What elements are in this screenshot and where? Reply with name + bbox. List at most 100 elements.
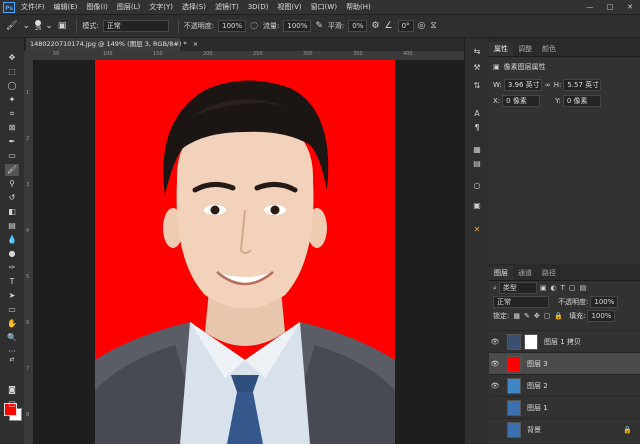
layer-row[interactable]: 背景 🔒 — [489, 418, 640, 440]
layer-mask-thumbnail[interactable] — [524, 333, 538, 350]
document-canvas[interactable] — [95, 60, 395, 444]
layer-row[interactable]: 图层 1 — [489, 396, 640, 418]
visibility-eye-icon[interactable]: 👁 — [489, 338, 501, 346]
lock-artboard-icon[interactable]: ▢ — [544, 312, 551, 320]
filter-adjust-icon[interactable]: ◐ — [551, 284, 557, 292]
layer-filter-select[interactable]: 类型 — [498, 282, 537, 294]
gear-icon[interactable]: ⚙ — [371, 21, 379, 31]
lasso-tool-icon[interactable]: ◯ — [5, 80, 19, 92]
menu-window[interactable]: 窗口(W) — [311, 2, 337, 12]
filter-pixel-icon[interactable]: ▣ — [540, 284, 547, 292]
close-window-button[interactable]: ✕ — [620, 0, 640, 14]
tab-paths[interactable]: 路径 — [537, 266, 561, 280]
navigator-icon[interactable]: ▣ — [470, 200, 484, 212]
quick-mask-icon[interactable]: ◙ — [5, 384, 19, 396]
tools-cross-icon[interactable]: ✕ — [470, 224, 484, 236]
dodge-tool-icon[interactable]: ● — [5, 248, 19, 260]
layer-row[interactable]: 👁 图层 3 — [489, 352, 640, 374]
brush-settings-icon[interactable]: ▣ — [58, 21, 67, 31]
lightbulb-icon[interactable]: ○ — [470, 180, 484, 192]
visibility-eye-icon[interactable]: 👁 — [489, 360, 501, 368]
hand-tool-icon[interactable]: ✋ — [5, 318, 19, 330]
width-input[interactable]: 3.96 英寸 — [503, 79, 542, 91]
close-document-button[interactable]: × — [193, 40, 198, 48]
filter-smart-icon[interactable]: ▤ — [580, 284, 587, 292]
lock-all-icon[interactable]: 🔒 — [554, 312, 563, 320]
symmetry-icon[interactable]: ⧖ — [430, 21, 436, 31]
filter-type-icon[interactable]: T — [561, 284, 565, 292]
canvas-area[interactable] — [33, 60, 480, 444]
swap-colors-icon[interactable]: ⇄ — [5, 354, 19, 366]
menu-image[interactable]: 图像(I) — [86, 2, 108, 12]
tab-properties[interactable]: 属性 — [489, 42, 513, 56]
history-brush-tool-icon[interactable]: ↺ — [5, 192, 19, 204]
glyphs-icon[interactable]: ▦ — [470, 144, 484, 156]
frame-tool-icon[interactable]: ⊠ — [5, 122, 19, 134]
type-tool-icon[interactable]: T — [5, 276, 19, 288]
flow-input[interactable]: 100% — [283, 20, 312, 32]
layer-opacity-input[interactable]: 100% — [590, 296, 619, 308]
info-icon[interactable]: ▤ — [470, 158, 484, 170]
x-input[interactable]: 0 像素 — [502, 95, 541, 107]
menu-select[interactable]: 选择(S) — [182, 2, 206, 12]
menu-edit[interactable]: 编辑(E) — [54, 2, 78, 12]
zoom-tool-icon[interactable]: 🔍 — [5, 332, 19, 344]
eyedropper-tool-icon[interactable]: ✒ — [5, 136, 19, 148]
mode-select[interactable]: 正常 — [102, 20, 169, 32]
layer-row[interactable]: 👁 图层 2 — [489, 374, 640, 396]
angle-input[interactable]: 0° — [397, 20, 414, 32]
chevron-down-icon[interactable]: ⌄ — [22, 21, 30, 31]
brush-tool-icon[interactable]: 🖌 — [5, 164, 19, 176]
lock-transparent-icon[interactable]: ▦ — [513, 312, 520, 320]
menu-type[interactable]: 文字(Y) — [149, 2, 173, 12]
healing-brush-tool-icon[interactable]: ▭ — [5, 150, 19, 162]
brush-settings-icon[interactable]: ⚒ — [470, 62, 484, 74]
menu-3d[interactable]: 3D(D) — [248, 3, 269, 11]
gradient-tool-icon[interactable]: ▤ — [5, 220, 19, 232]
pen-tool-icon[interactable]: ✑ — [5, 262, 19, 274]
marquee-tool-icon[interactable]: ⬚ — [5, 66, 19, 78]
chevron-down-icon[interactable]: ⌄ — [45, 21, 53, 31]
move-tool-icon[interactable]: ✥ — [5, 52, 19, 64]
menu-file[interactable]: 文件(F) — [21, 2, 45, 12]
menu-layer[interactable]: 图层(L) — [117, 2, 140, 12]
blur-tool-icon[interactable]: 💧 — [5, 234, 19, 246]
minimize-button[interactable]: — — [580, 0, 600, 14]
crop-tool-icon[interactable]: ⌗ — [5, 108, 19, 120]
visibility-eye-icon[interactable]: 👁 — [489, 382, 501, 390]
blend-mode-select[interactable]: 正常 — [493, 296, 549, 308]
menu-filter[interactable]: 滤镜(T) — [215, 2, 239, 12]
airbrush-icon[interactable]: ✎ — [315, 21, 323, 31]
fill-input[interactable]: 100% — [587, 310, 616, 322]
height-input[interactable]: 5.57 英寸 — [563, 79, 602, 91]
brush-preset-picker[interactable]: 26 — [35, 20, 41, 32]
tab-adjustments[interactable]: 调整 — [513, 42, 537, 56]
brush-tool-icon[interactable]: 🖌 — [6, 21, 17, 31]
character-icon[interactable]: A — [470, 108, 484, 120]
menu-help[interactable]: 帮助(H) — [346, 2, 371, 12]
pressure-opacity-icon[interactable]: ◌ — [250, 21, 258, 31]
rectangle-tool-icon[interactable]: ▭ — [5, 304, 19, 316]
pressure-size-icon[interactable]: ◎ — [418, 21, 426, 31]
opacity-input[interactable]: 100% — [218, 20, 247, 32]
lock-pixels-icon[interactable]: ✎ — [524, 312, 530, 320]
paragraph-icon[interactable]: ¶ — [470, 122, 484, 134]
layer-row[interactable]: 👁 图层 1 拷贝 — [489, 330, 640, 352]
filter-shape-icon[interactable]: ▢ — [569, 284, 576, 292]
history-icon[interactable]: ⇆ — [470, 46, 484, 58]
path-selection-tool-icon[interactable]: ➤ — [5, 290, 19, 302]
smoothing-input[interactable]: 0% — [348, 20, 368, 32]
tab-channels[interactable]: 通道 — [513, 266, 537, 280]
eraser-tool-icon[interactable]: ◧ — [5, 206, 19, 218]
adjust-icon[interactable]: ⇅ — [470, 80, 484, 92]
link-icon[interactable]: ∞ — [545, 81, 551, 89]
y-input[interactable]: 0 像素 — [562, 95, 601, 107]
magic-wand-tool-icon[interactable]: ✦ — [5, 94, 19, 106]
tab-layers[interactable]: 图层 — [489, 266, 513, 280]
clone-stamp-tool-icon[interactable]: ⚲ — [5, 178, 19, 190]
document-tab[interactable]: 1480220710174.jpg @ 149% (图层 3, RGB/8#) … — [26, 38, 198, 51]
maximize-button[interactable]: □ — [600, 0, 620, 14]
lock-position-icon[interactable]: ✥ — [534, 312, 540, 320]
screen-mode-icon[interactable]: ▢ — [5, 398, 19, 410]
menu-view[interactable]: 视图(V) — [277, 2, 301, 12]
